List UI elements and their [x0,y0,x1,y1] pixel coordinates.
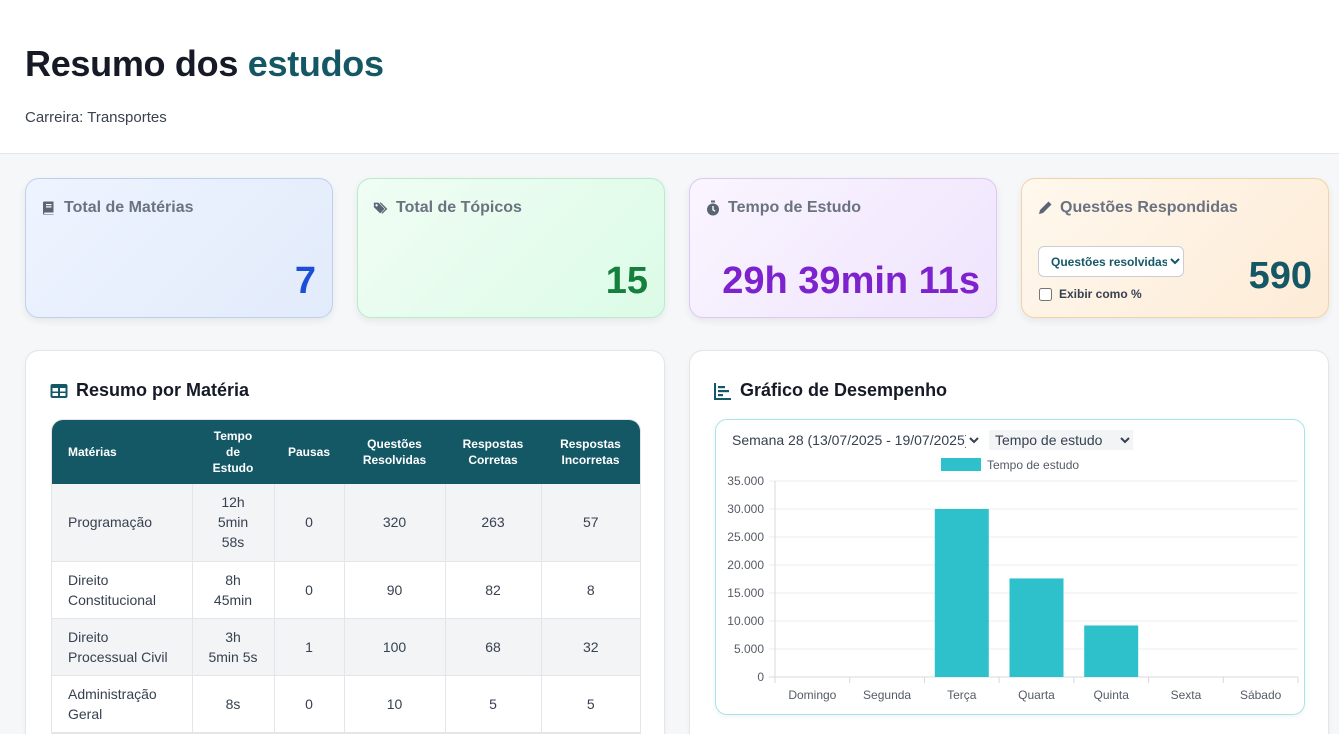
cell-materia: Programação [52,484,193,562]
card-value: 7 [294,260,316,302]
cell-materia: Direito Constitucional [52,561,193,619]
cell-corretas: 263 [445,484,542,562]
cell-resolvidas: 100 [344,618,446,676]
table-row: Programação 12h 5min 58s 0 320 263 57 [52,484,640,562]
bar [1009,578,1064,677]
card-title: Total de Matérias [64,199,194,216]
table-row: Direito Processual Civil 3h 5min 5s 1 100 68 32 [52,618,640,676]
summary-table: Matérias Tempo de Estudo Pausas Questões Resol… [51,419,641,734]
cell-tempo: 8h 45min [192,561,275,619]
cell-incorretas: 57 [541,484,640,562]
bar [934,509,989,677]
stopwatch-icon [707,200,719,216]
card-value: 29h 39min 11s [722,260,980,302]
cell-resolvidas: 320 [344,484,446,562]
career-subtitle: Carreira: Transportes [25,109,167,126]
summary-panel: Resumo por Matéria Matérias Tempo de Estudo… [25,350,665,734]
questoes-type-select[interactable]: Questões resolvidas [1038,246,1184,277]
card-total-materias: Total de Matérias 7 [25,178,333,318]
cell-corretas: 82 [445,561,542,619]
performance-chart: 0 5.000 10.000 15.000 20.000 25.000 30.000 35.0… [727,458,1299,702]
show-percent-checkbox[interactable] [1039,287,1052,301]
pencil-icon [1039,201,1052,214]
legend-swatch [941,458,981,471]
table-icon [50,383,68,398]
card-title: Tempo de Estudo [728,199,862,216]
column-header: Pausas [274,420,344,484]
table-row: Direito Constitucional 8h 45min 0 90 82 8 [52,561,640,619]
column-header: Matérias [52,420,192,484]
y-tick-label: 35.000 [727,474,764,488]
cell-incorretas: 8 [541,561,640,619]
cell-corretas: 5 [445,675,542,733]
cell-tempo: 3h 5min 5s [192,618,275,676]
cell-pausas: 0 [274,561,345,619]
cell-corretas: 68 [445,618,542,676]
cell-incorretas: 5 [541,675,640,733]
table-header-row: Matérias Tempo de Estudo Pausas Questões Resol… [52,420,640,484]
page-title: Resumo dos estudos [25,43,384,85]
page-header: Resumo dos estudos Carreira: Transportes [0,0,1339,154]
card-title: Questões Respondidas [1060,199,1238,216]
column-header: Respostas Corretas [445,420,541,484]
y-tick-label: 10.000 [727,614,764,628]
panel-title: Gráfico de Desempenho [740,380,948,400]
card-value: 15 [605,260,648,302]
column-header: Respostas Incorretas [541,420,640,484]
cell-resolvidas: 90 [344,561,446,619]
cell-materia: Direito Processual Civil [52,618,193,676]
y-tick-label: 15.000 [727,586,764,600]
cell-materia: Administração Geral [52,675,193,733]
panel-title: Resumo por Matéria [76,380,250,400]
card-title: Total de Tópicos [396,199,522,216]
x-tick-label: Quinta [1094,688,1130,702]
book-icon [43,201,54,215]
x-tick-label: Sábado [1240,688,1282,702]
cell-tempo: 12h 5min 58s [192,484,275,562]
column-header: Questões Resolvidas [344,420,445,484]
chart-bar-icon [714,382,731,400]
cell-pausas: 0 [274,484,345,562]
y-tick-label: 5.000 [734,642,764,656]
chart-container: Semana 28 (13/07/2025 - 19/07/2025) Temp… [715,419,1305,715]
y-tick-label: 20.000 [727,558,764,572]
y-tick-label: 25.000 [727,530,764,544]
cell-resolvidas: 10 [344,675,446,733]
cell-pausas: 1 [274,618,345,676]
cell-tempo: 8s [192,675,275,733]
page-title-accent: estudos [247,43,384,84]
x-tick-label: Segunda [863,688,911,702]
column-header: Tempo de Estudo [192,420,274,484]
x-tick-label: Sexta [1171,688,1202,702]
card-questoes-respondidas: Questões Respondidas Questões resolvidas… [1021,178,1329,318]
y-tick-label: 30.000 [727,502,764,516]
table-row: Administração Geral 8s 0 10 5 5 [52,675,640,733]
page-title-main: Resumo dos [25,43,239,84]
cell-incorretas: 32 [541,618,640,676]
card-total-topicos: Total de Tópicos 15 [357,178,665,318]
legend-label: Tempo de estudo [987,458,1079,472]
card-tempo-estudo: Tempo de Estudo 29h 39min 11s [689,178,997,318]
card-value: 590 [1248,255,1312,297]
x-tick-label: Terça [947,688,977,702]
bar [1084,625,1139,677]
show-percent-label: Exibir como % [1059,287,1142,301]
y-tick-label: 0 [757,670,764,684]
performance-panel: Gráfico de Desempenho Semana 28 (13/07/2… [689,350,1329,734]
show-percent-toggle[interactable]: Exibir como % [1039,287,1142,301]
x-tick-label: Domingo [788,688,836,702]
cell-pausas: 0 [274,675,345,733]
tags-icon [373,202,388,214]
x-tick-label: Quarta [1018,688,1055,702]
